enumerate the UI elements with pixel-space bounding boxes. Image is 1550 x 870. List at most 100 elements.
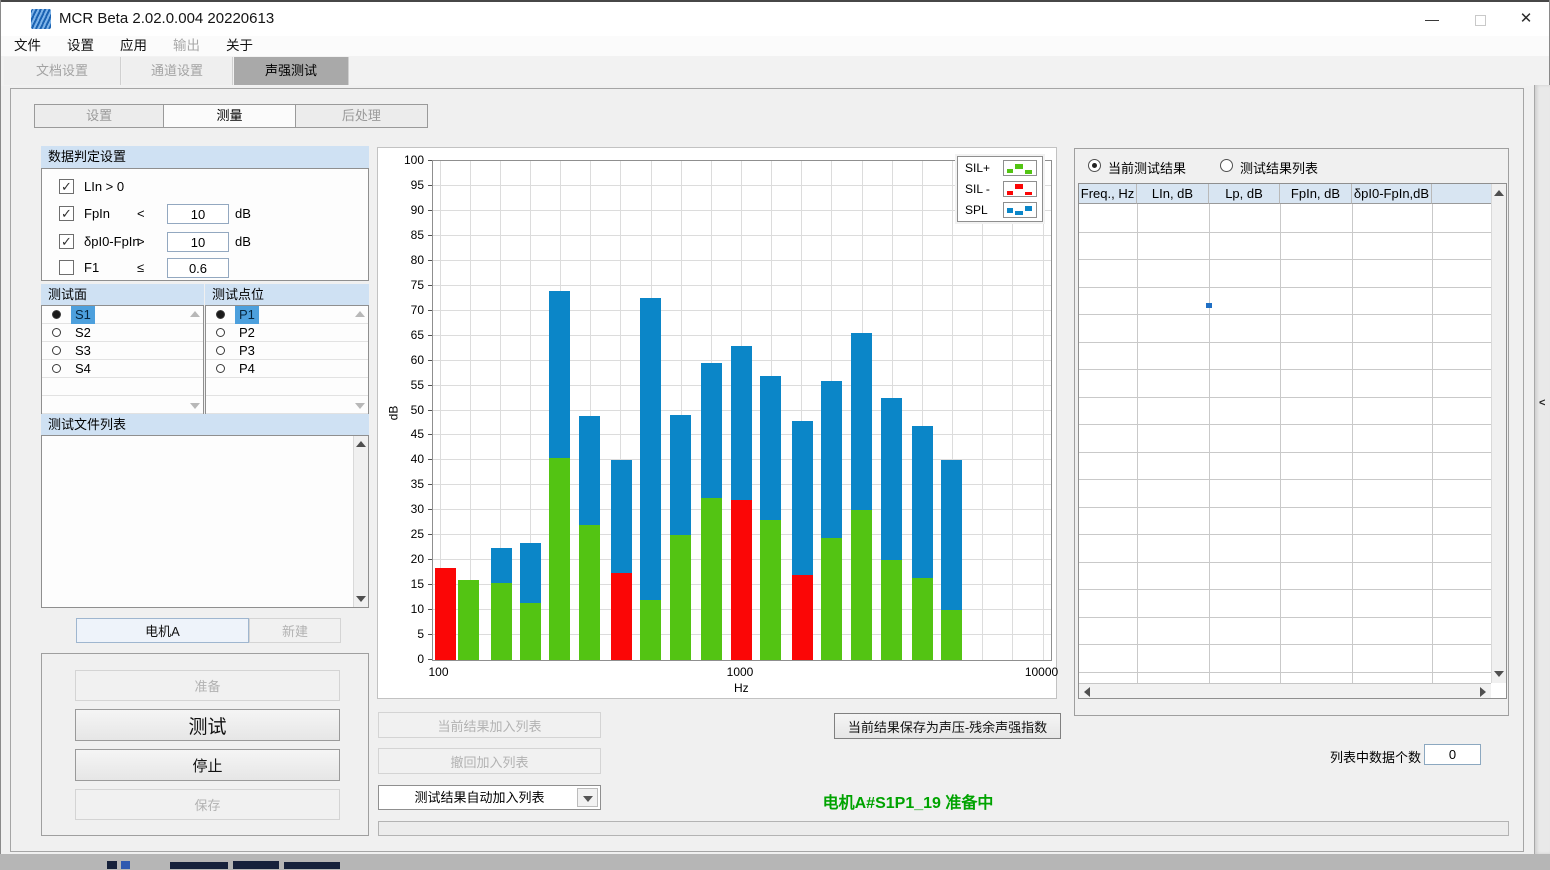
blue-mark-artifact — [1206, 303, 1212, 308]
criteria-header: 数据判定设置 — [41, 146, 369, 168]
save-button[interactable]: 保存 — [75, 789, 340, 820]
table-row-line — [1079, 369, 1491, 370]
surface-scroll-down-icon[interactable] — [190, 403, 200, 409]
y-tickmark — [428, 210, 432, 211]
surface-radio-icon-2[interactable] — [52, 346, 61, 355]
file-list[interactable] — [41, 435, 369, 608]
bar-spl-500 — [640, 298, 661, 600]
surface-radio-icon-1[interactable] — [52, 328, 61, 337]
legend-minibar — [1025, 206, 1032, 211]
scroll-right-icon[interactable] — [1480, 687, 1486, 697]
file-list-scrollbar[interactable] — [353, 436, 368, 607]
undo-add-button[interactable]: 撤回加入列表 — [378, 748, 601, 774]
criteria-box: ✓LIn > 0✓FpIn<dB✓δpI0-FpIn>dBF1≤ — [41, 168, 369, 281]
point-row-1[interactable]: P2 — [206, 324, 368, 342]
surface-scroll-up-icon[interactable] — [190, 311, 200, 317]
y-tickmark — [428, 310, 432, 311]
menu-item-1[interactable]: 设置 — [54, 36, 107, 56]
y-tick-55: 55 — [394, 378, 424, 392]
bar-spl-400 — [611, 460, 632, 572]
bar-spl-5000 — [941, 460, 962, 610]
point-item-0[interactable]: P1 — [235, 306, 259, 324]
scroll-down-icon[interactable] — [1494, 671, 1504, 677]
surface-row-3[interactable]: S4 — [42, 360, 203, 378]
criteria-checkbox-3[interactable] — [59, 260, 74, 275]
tab-0[interactable]: 文档设置 — [4, 57, 121, 85]
save-pressure-button[interactable]: 当前结果保存为声压-残余声强指数 — [834, 713, 1061, 739]
y-tick-95: 95 — [394, 178, 424, 192]
surface-row-4 — [42, 378, 203, 396]
new-button[interactable]: 新建 — [249, 618, 341, 643]
surface-row-1[interactable]: S2 — [42, 324, 203, 342]
stop-button[interactable]: 停止 — [75, 749, 340, 781]
criteria-checkbox-1[interactable]: ✓ — [59, 206, 74, 221]
menu-item-2[interactable]: 应用 — [107, 36, 160, 56]
criteria-value-input-2[interactable] — [167, 232, 229, 252]
surface-row-2[interactable]: S3 — [42, 342, 203, 360]
point-row-0[interactable]: P1 — [206, 306, 368, 324]
subtab-2[interactable]: 后处理 — [296, 105, 427, 127]
point-item-2[interactable]: P3 — [235, 342, 259, 360]
test-button[interactable]: 测试 — [75, 709, 340, 741]
radio-result-list[interactable] — [1220, 159, 1233, 172]
surface-radio-icon-3[interactable] — [52, 364, 61, 373]
combobox-dropdown-button[interactable] — [577, 788, 598, 807]
menu-item-3[interactable]: 输出 — [160, 36, 213, 56]
table-vertical-scrollbar[interactable] — [1491, 184, 1506, 683]
point-row-3[interactable]: P4 — [206, 360, 368, 378]
point-row-2[interactable]: P3 — [206, 342, 368, 360]
surface-item-0[interactable]: S1 — [71, 306, 95, 324]
point-item-3[interactable]: P4 — [235, 360, 259, 378]
point-radio-icon-1[interactable] — [216, 328, 225, 337]
point-radio-icon-2[interactable] — [216, 346, 225, 355]
point-scroll-up-icon[interactable] — [355, 311, 365, 317]
combobox-value: 测试结果自动加入列表 — [414, 786, 564, 809]
surface-list[interactable]: S1S2S3S4 — [41, 305, 204, 415]
scroll-down-icon[interactable] — [356, 596, 366, 602]
scroll-up-icon[interactable] — [356, 441, 366, 447]
tab-2[interactable]: 声强测试 — [234, 57, 349, 85]
criteria-checkbox-0[interactable]: ✓ — [59, 179, 74, 194]
bar-sil-500 — [640, 600, 661, 660]
point-radio-icon-0[interactable] — [216, 310, 225, 319]
criteria-value-input-1[interactable] — [167, 204, 229, 224]
surface-item-1[interactable]: S2 — [71, 324, 95, 342]
gridline-h — [433, 260, 1051, 261]
surface-item-3[interactable]: S4 — [71, 360, 95, 378]
scroll-up-icon[interactable] — [1494, 190, 1504, 196]
legend-minibar — [1007, 169, 1013, 173]
tab-1[interactable]: 通道设置 — [122, 57, 233, 85]
menu-item-0[interactable]: 文件 — [1, 36, 54, 56]
point-item-1[interactable]: P2 — [235, 324, 259, 342]
criteria-checkbox-2[interactable]: ✓ — [59, 234, 74, 249]
surface-radio-icon-0[interactable] — [52, 310, 61, 319]
table-horizontal-scrollbar[interactable] — [1079, 683, 1491, 698]
maximize-button[interactable] — [1457, 2, 1503, 36]
criteria-value-input-3[interactable] — [167, 258, 229, 278]
y-tickmark — [428, 335, 432, 336]
point-scroll-down-icon[interactable] — [355, 403, 365, 409]
auto-add-combobox[interactable]: 测试结果自动加入列表 — [378, 785, 601, 810]
x-axis-label: Hz — [734, 681, 749, 695]
bar-spl-630 — [670, 415, 691, 535]
menu-item-4[interactable]: 关于 — [213, 36, 266, 56]
list-count-input[interactable] — [1424, 744, 1481, 765]
subtab-1[interactable]: 测量 — [164, 105, 295, 127]
close-button[interactable]: ✕ — [1503, 2, 1549, 36]
prepare-button[interactable]: 准备 — [75, 670, 340, 701]
minimize-button[interactable]: — — [1409, 2, 1455, 36]
subtab-0[interactable]: 设置 — [35, 105, 164, 127]
add-result-button[interactable]: 当前结果加入列表 — [378, 712, 601, 738]
motor-a-button[interactable]: 电机A — [76, 618, 249, 643]
legend-minibar — [1007, 208, 1013, 213]
legend-row-0: SIL+ — [958, 158, 1042, 178]
side-collapse-strip[interactable]: < — [1534, 85, 1550, 854]
radio-current-results[interactable] — [1088, 159, 1101, 172]
point-radio-icon-3[interactable] — [216, 364, 225, 373]
scroll-left-icon[interactable] — [1084, 687, 1090, 697]
surface-item-2[interactable]: S3 — [71, 342, 95, 360]
bar-spl-800 — [701, 363, 722, 498]
point-row-4 — [206, 378, 368, 396]
surface-row-0[interactable]: S1 — [42, 306, 203, 324]
point-list[interactable]: P1P2P3P4 — [205, 305, 369, 415]
